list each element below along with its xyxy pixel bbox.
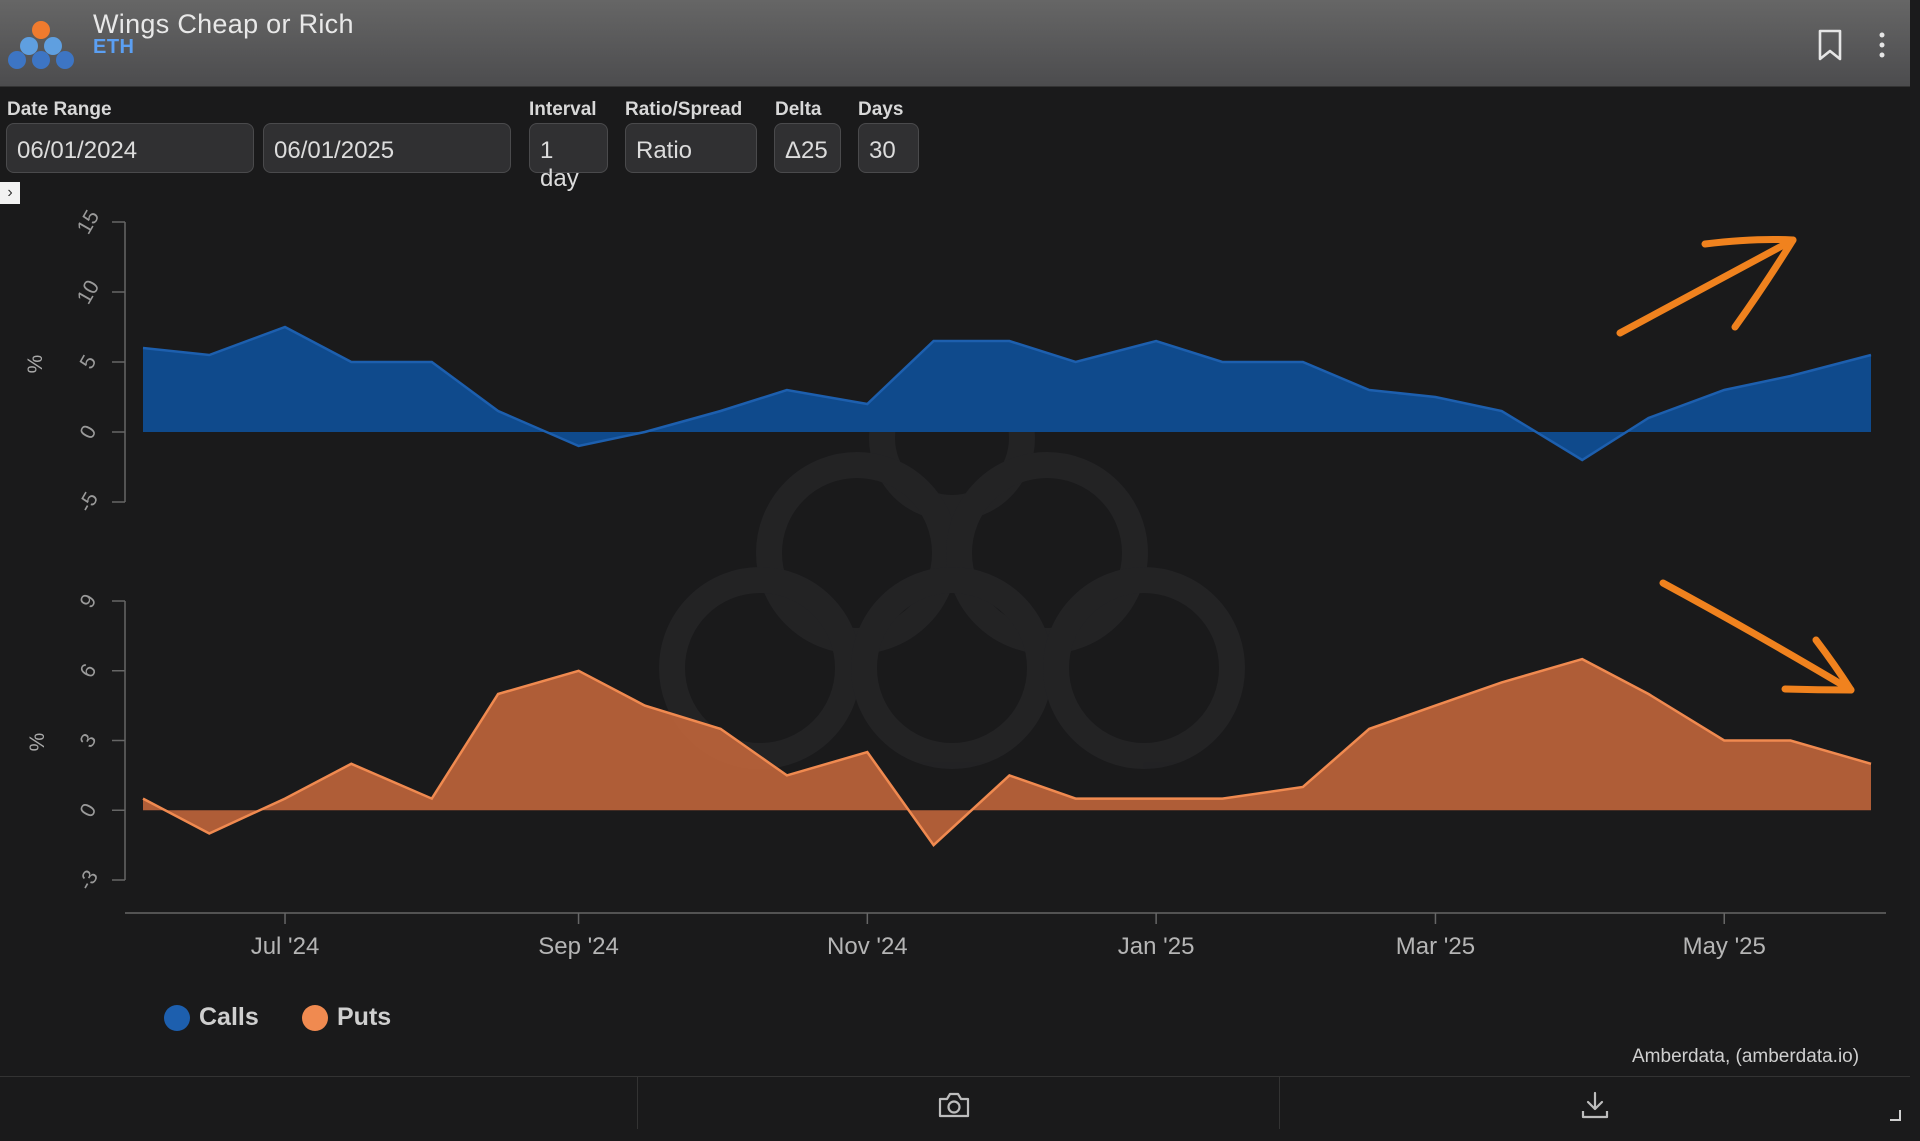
y-tick-label: 10 — [73, 276, 105, 308]
y-tick-label: -3 — [74, 866, 103, 894]
puts-y-label: % — [26, 733, 49, 752]
x-tick-label: Mar '25 — [1396, 933, 1475, 960]
down-right-arrow-annotation — [1659, 579, 1855, 694]
x-tick-label: Sep '24 — [538, 933, 619, 960]
resize-handle-icon[interactable] — [1888, 1108, 1902, 1122]
x-ticks: Jul '24 Sep '24 Nov '24 Jan '25 Mar '25 May '… — [251, 913, 1766, 960]
chart-credit: Amberdata, (amberdata.io) — [1632, 1046, 1860, 1067]
y-tick-label: 3 — [76, 730, 102, 752]
download-icon[interactable] — [1578, 1091, 1612, 1119]
y-tick-label: 0 — [76, 421, 102, 443]
camera-icon[interactable] — [937, 1091, 971, 1119]
puts-y-ticks: 9 6 3 0 -3 — [74, 590, 125, 894]
legend-puts-swatch — [302, 1005, 328, 1031]
up-right-arrow-annotation — [1616, 236, 1797, 337]
x-tick-label: Jul '24 — [251, 933, 320, 960]
legend-puts-label: Puts — [337, 1003, 392, 1031]
legend-calls-swatch — [164, 1005, 190, 1031]
app-window: Wings Cheap or Rich ETH Date Range 06/01… — [0, 0, 1910, 1141]
y-tick-label: 6 — [76, 660, 102, 682]
wings-chart: 15 10 5 0 -5 9 6 3 0 -3 Jul '24 Sep '24 Nov '24 Jan… — [24, 206, 1886, 960]
y-tick-label: -5 — [74, 488, 103, 516]
x-tick-label: Jan '25 — [1118, 933, 1195, 960]
y-tick-label: 5 — [76, 351, 102, 373]
widget-footer — [0, 1076, 1910, 1129]
calls-series — [142, 325, 1872, 462]
calls-y-label: % — [24, 355, 47, 374]
x-tick-label: May '25 — [1683, 933, 1766, 960]
y-tick-label: 9 — [76, 590, 102, 612]
calls-y-ticks: 15 10 5 0 -5 — [73, 206, 125, 516]
footer-divider — [637, 1077, 638, 1129]
y-tick-label: 0 — [76, 800, 102, 822]
footer-divider — [1279, 1077, 1280, 1129]
legend-calls-label: Calls — [199, 1003, 259, 1031]
y-tick-label: 15 — [73, 206, 105, 238]
x-tick-label: Nov '24 — [827, 933, 908, 960]
